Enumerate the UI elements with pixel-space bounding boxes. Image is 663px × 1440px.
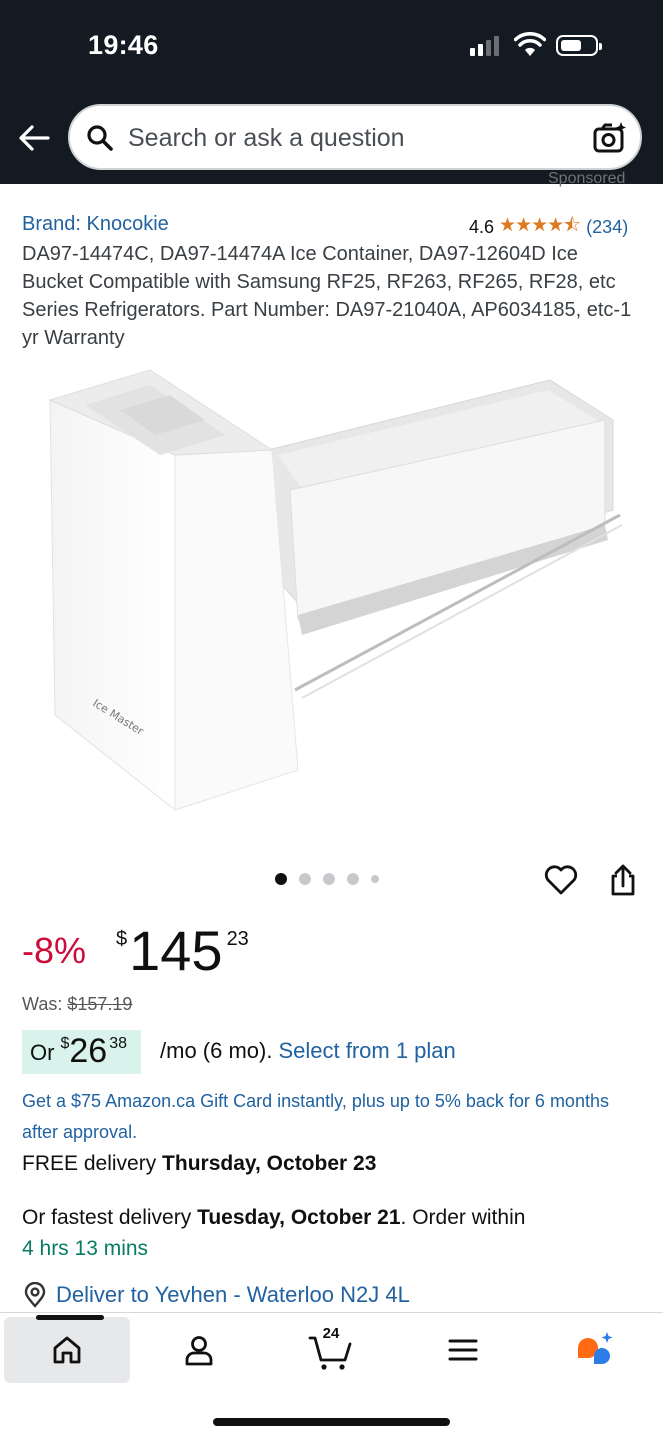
home-indicator[interactable] <box>213 1418 450 1426</box>
nav-account[interactable] <box>136 1317 262 1383</box>
free-delivery-date: Thursday, October 23 <box>162 1152 377 1175</box>
nav-menu[interactable] <box>400 1317 526 1383</box>
nav-cart[interactable]: 24 <box>268 1317 394 1383</box>
back-arrow-icon[interactable] <box>16 120 52 156</box>
image-pagination[interactable] <box>275 873 379 885</box>
search-input[interactable]: Search or ask a question <box>128 124 405 153</box>
nav-rufus[interactable] <box>532 1317 658 1383</box>
brand-link[interactable]: Brand: Knocokie <box>22 213 169 236</box>
active-tab-indicator <box>36 1315 104 1320</box>
gift-card-promo-link[interactable]: Get a $75 Amazon.ca Gift Card instantly,… <box>22 1086 637 1148</box>
was-price: Was: $157.19 <box>22 994 132 1015</box>
product-title[interactable]: DA97-14474C, DA97-14474A Ice Container, … <box>22 240 637 352</box>
price-currency: $ <box>116 928 128 950</box>
fast-delivery-date: Tuesday, October 21 <box>197 1206 401 1229</box>
free-delivery: FREE delivery Thursday, October 23 <box>22 1152 376 1176</box>
camera-search-icon[interactable] <box>592 120 628 156</box>
financing-period: /mo (6 mo). <box>160 1038 273 1063</box>
select-plan-link[interactable]: Select from 1 plan <box>278 1038 455 1063</box>
nav-home[interactable] <box>4 1315 130 1383</box>
battery-icon <box>556 35 602 56</box>
order-countdown: 4 hrs 13 mins <box>22 1237 149 1260</box>
pagination-dot[interactable] <box>371 875 379 883</box>
fast-delivery-label: Or fastest delivery <box>22 1206 192 1229</box>
fastest-delivery: Or fastest delivery Tuesday, October 21.… <box>22 1202 652 1264</box>
share-icon[interactable] <box>605 862 641 898</box>
financing-terms: /mo (6 mo). Select from 1 plan <box>160 1038 456 1064</box>
pagination-dot[interactable] <box>347 873 359 885</box>
pagination-dot[interactable] <box>323 873 335 885</box>
price: $ 145 23 <box>116 920 249 982</box>
cellular-signal-icon <box>470 36 499 56</box>
discount-percent: -8% <box>22 930 87 971</box>
order-within-label: . Order within <box>400 1206 526 1229</box>
status-time: 19:46 <box>88 30 159 60</box>
rufus-assistant-icon <box>578 1332 613 1364</box>
financing-or: Or <box>30 1040 55 1065</box>
app-header: 19:46 Search or ask a question <box>0 0 663 184</box>
star-rating-icon: ★★★★⯪ <box>499 215 581 236</box>
rating-summary[interactable]: 4.6 ★★★★⯪ (234) <box>469 211 628 243</box>
sponsored-label: Sponsored <box>548 170 626 187</box>
menu-icon <box>448 1339 478 1361</box>
free-delivery-label: FREE delivery <box>22 1152 157 1175</box>
search-bar[interactable]: Search or ask a question <box>68 104 642 170</box>
was-price-value: $157.19 <box>67 994 133 1014</box>
price-fraction: 23 <box>226 928 249 950</box>
rating-count[interactable]: (234) <box>586 217 628 238</box>
account-icon <box>185 1336 213 1366</box>
financing-currency: $ <box>60 1035 70 1052</box>
deliver-to-link[interactable]: Deliver to Yevhen - Waterloo N2J 4L <box>22 1282 410 1308</box>
wifi-icon <box>514 32 546 56</box>
price-whole: 145 <box>129 919 223 982</box>
financing-fraction: 38 <box>109 1035 127 1052</box>
was-price-label: Was: <box>22 994 63 1014</box>
deliver-to-label[interactable]: Deliver to Yevhen - Waterloo N2J 4L <box>56 1282 410 1308</box>
financing-badge: Or $ 26 38 <box>22 1030 141 1074</box>
heart-icon[interactable] <box>543 862 579 898</box>
search-icon <box>87 125 113 151</box>
pagination-dot[interactable] <box>299 873 311 885</box>
location-pin-icon <box>24 1282 46 1308</box>
financing-whole: 26 <box>69 1032 108 1070</box>
cart-count: 24 <box>322 1325 340 1342</box>
pagination-dot[interactable] <box>275 873 287 885</box>
product-image[interactable]: Ice Master <box>40 360 630 820</box>
home-icon <box>53 1336 81 1364</box>
rating-value: 4.6 <box>469 216 495 237</box>
